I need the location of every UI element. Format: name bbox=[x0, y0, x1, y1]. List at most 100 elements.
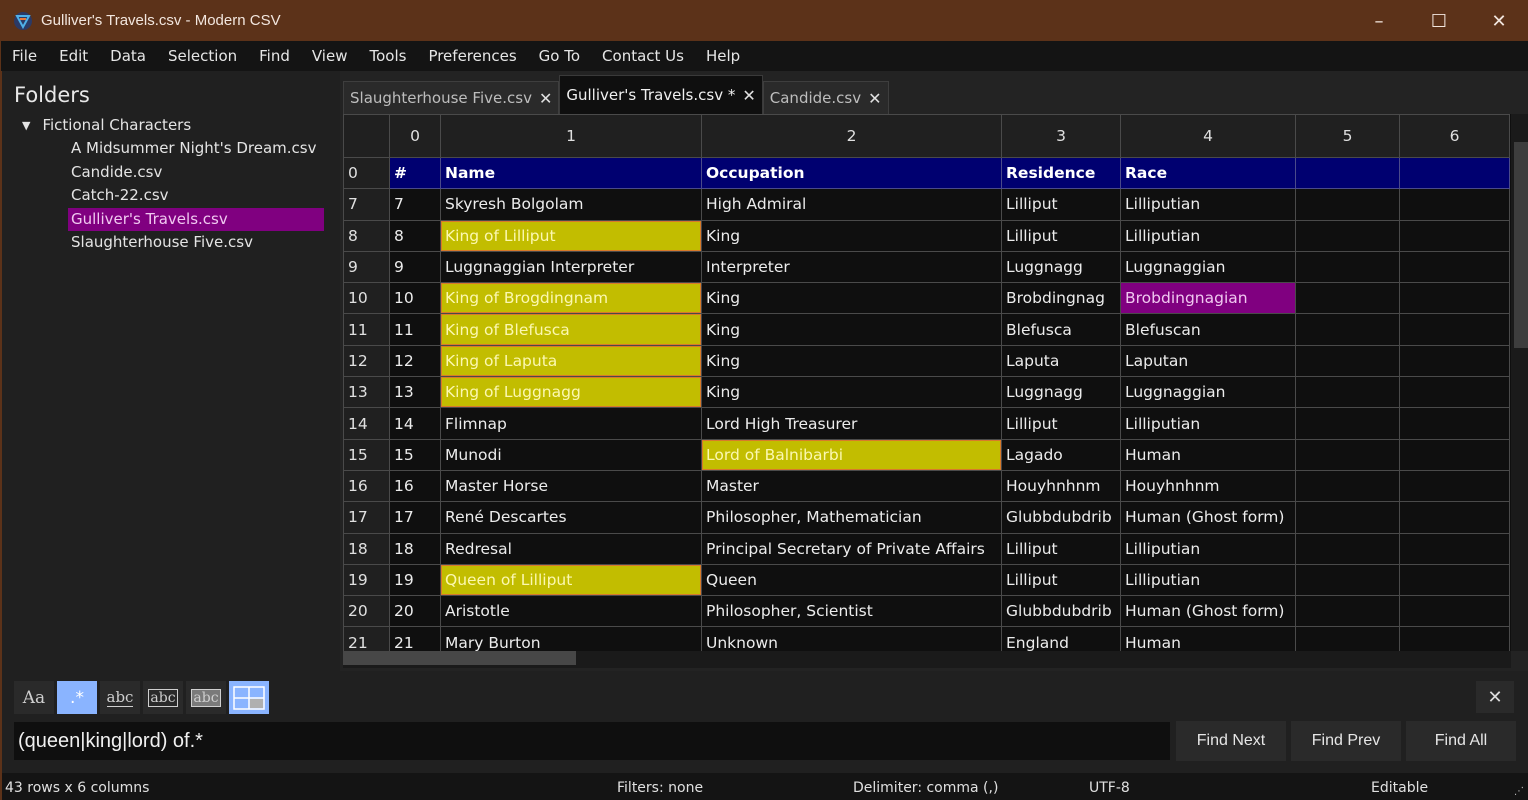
grid-cell[interactable]: Luggnaggian Interpreter bbox=[440, 250, 702, 284]
grid-cell[interactable]: Occupation bbox=[701, 156, 1002, 190]
grid-cell[interactable]: Luggnaggian bbox=[1120, 376, 1296, 409]
grid-cell[interactable]: Brobdingnag bbox=[1001, 282, 1121, 315]
expand-triangle-icon[interactable]: ▼ bbox=[22, 119, 30, 132]
grid-cell[interactable] bbox=[1295, 344, 1400, 378]
grid-cell[interactable]: Lilliput bbox=[1001, 407, 1121, 440]
row-header[interactable]: 13 bbox=[343, 376, 390, 409]
grid-cell[interactable]: King of Luggnagg bbox=[440, 376, 702, 409]
filters-status[interactable]: Filters: none bbox=[617, 780, 703, 796]
grid-cell[interactable]: Glubbdubdrib bbox=[1001, 501, 1121, 534]
grid-cell[interactable] bbox=[1295, 250, 1400, 284]
file-item[interactable]: Slaughterhouse Five.csv bbox=[68, 231, 324, 254]
grid-cell[interactable]: Master bbox=[701, 469, 1002, 503]
grid-cell[interactable]: Queen bbox=[701, 563, 1002, 597]
find-prev-button[interactable]: Find Prev bbox=[1291, 721, 1401, 761]
grid-cell[interactable] bbox=[1399, 407, 1510, 440]
grid-cell[interactable]: Race bbox=[1120, 156, 1296, 190]
grid-cell[interactable] bbox=[1399, 344, 1510, 378]
grid-cell[interactable]: 11 bbox=[389, 313, 441, 346]
grid-corner[interactable] bbox=[343, 114, 390, 158]
column-header[interactable]: 1 bbox=[440, 114, 702, 158]
grid-cell[interactable] bbox=[1295, 313, 1400, 346]
grid-cell[interactable] bbox=[1295, 501, 1400, 534]
grid-cell[interactable] bbox=[1399, 156, 1510, 190]
whole-cell-toggle[interactable]: abc bbox=[143, 681, 183, 714]
grid-cell[interactable] bbox=[1399, 595, 1510, 628]
minimize-button[interactable]: – bbox=[1349, 1, 1409, 41]
grid-cell[interactable]: Houyhnhnm bbox=[1120, 469, 1296, 503]
grid-cell[interactable]: Residence bbox=[1001, 156, 1121, 190]
grid-cell[interactable] bbox=[1399, 438, 1510, 471]
row-header[interactable]: 20 bbox=[343, 595, 390, 628]
grid-cell[interactable] bbox=[1295, 438, 1400, 471]
row-header[interactable]: 11 bbox=[343, 313, 390, 346]
grid-cell[interactable]: Master Horse bbox=[440, 469, 702, 503]
grid-cell[interactable]: Lilliput bbox=[1001, 532, 1121, 565]
grid-cell[interactable]: Name bbox=[440, 156, 702, 190]
grid-cell[interactable]: 18 bbox=[389, 532, 441, 565]
row-header[interactable]: 17 bbox=[343, 501, 390, 534]
vertical-scroll-thumb[interactable] bbox=[1514, 142, 1528, 348]
tab-file[interactable]: Slaughterhouse Five.csv ✕ bbox=[343, 81, 560, 114]
row-header[interactable]: 8 bbox=[343, 219, 390, 252]
row-header[interactable]: 10 bbox=[343, 282, 390, 315]
grid-cell[interactable]: 8 bbox=[389, 219, 441, 252]
grid-cell[interactable]: Principal Secretary of Private Affairs bbox=[701, 532, 1002, 565]
row-header[interactable]: 19 bbox=[343, 563, 390, 597]
vertical-scrollbar[interactable] bbox=[1511, 114, 1528, 651]
grid-cell[interactable]: Lagado bbox=[1001, 438, 1121, 471]
grid-cell[interactable]: Blefuscan bbox=[1120, 313, 1296, 346]
column-header[interactable]: 0 bbox=[389, 114, 441, 158]
grid-cell[interactable]: King of Brogdingnam bbox=[440, 282, 702, 315]
grid-cell[interactable] bbox=[1295, 595, 1400, 628]
menu-contact-us[interactable]: Contact Us bbox=[591, 41, 695, 71]
grid-cell[interactable]: 19 bbox=[389, 563, 441, 597]
file-item[interactable]: Gulliver's Travels.csv bbox=[68, 207, 324, 231]
grid-cell[interactable]: 20 bbox=[389, 595, 441, 628]
grid-cell[interactable] bbox=[1295, 219, 1400, 252]
grid-cell[interactable]: 17 bbox=[389, 501, 441, 534]
row-header[interactable]: 7 bbox=[343, 188, 390, 221]
grid-cell[interactable]: Luggnaggian bbox=[1120, 250, 1296, 284]
row-header[interactable]: 12 bbox=[343, 344, 390, 378]
grid-cell[interactable] bbox=[1295, 156, 1400, 190]
grid-cell[interactable]: King bbox=[701, 282, 1002, 315]
row-header[interactable]: 15 bbox=[343, 438, 390, 471]
grid-cell[interactable]: 21 bbox=[389, 626, 441, 651]
grid-cell[interactable]: Redresal bbox=[440, 532, 702, 565]
grid-cell[interactable]: René Descartes bbox=[440, 501, 702, 534]
column-header[interactable]: 5 bbox=[1295, 114, 1400, 158]
grid-cell[interactable]: Lilliput bbox=[1001, 219, 1121, 252]
grid-cell[interactable]: 16 bbox=[389, 469, 441, 503]
find-input[interactable] bbox=[14, 722, 1170, 760]
row-header[interactable]: 21 bbox=[343, 626, 390, 651]
grid-cell[interactable]: Lilliputian bbox=[1120, 219, 1296, 252]
grid-cell[interactable]: Lilliputian bbox=[1120, 407, 1296, 440]
find-next-button[interactable]: Find Next bbox=[1176, 721, 1286, 761]
grid-cell[interactable]: 12 bbox=[389, 344, 441, 378]
close-window-button[interactable]: ✕ bbox=[1469, 1, 1528, 41]
grid-cell[interactable]: Interpreter bbox=[701, 250, 1002, 284]
grid-cell[interactable] bbox=[1399, 313, 1510, 346]
grid-cell[interactable] bbox=[1399, 188, 1510, 221]
menu-file[interactable]: File bbox=[1, 41, 48, 71]
mode-status[interactable]: Editable bbox=[1371, 780, 1428, 796]
grid-cell[interactable]: Brobdingnagian bbox=[1120, 282, 1296, 315]
grid-cell[interactable]: Laputan bbox=[1120, 344, 1296, 378]
regex-toggle[interactable]: .* bbox=[57, 681, 97, 714]
column-header[interactable]: 3 bbox=[1001, 114, 1121, 158]
in-selection-toggle[interactable]: abc bbox=[186, 681, 226, 714]
file-item[interactable]: A Midsummer Night's Dream.csv bbox=[68, 137, 324, 160]
grid-cell[interactable]: England bbox=[1001, 626, 1121, 651]
grid-cell[interactable]: # bbox=[389, 156, 441, 190]
menu-selection[interactable]: Selection bbox=[157, 41, 248, 71]
close-tab-icon[interactable]: ✕ bbox=[742, 86, 755, 105]
grid-cell[interactable]: 9 bbox=[389, 250, 441, 284]
grid-cell[interactable]: Human (Ghost form) bbox=[1120, 595, 1296, 628]
close-tab-icon[interactable]: ✕ bbox=[539, 89, 552, 108]
grid-cell[interactable]: Luggnagg bbox=[1001, 250, 1121, 284]
delimiter-status[interactable]: Delimiter: comma (,) bbox=[853, 780, 998, 796]
column-header[interactable]: 4 bbox=[1120, 114, 1296, 158]
grid-cell[interactable]: King bbox=[701, 219, 1002, 252]
menu-tools[interactable]: Tools bbox=[358, 41, 417, 71]
